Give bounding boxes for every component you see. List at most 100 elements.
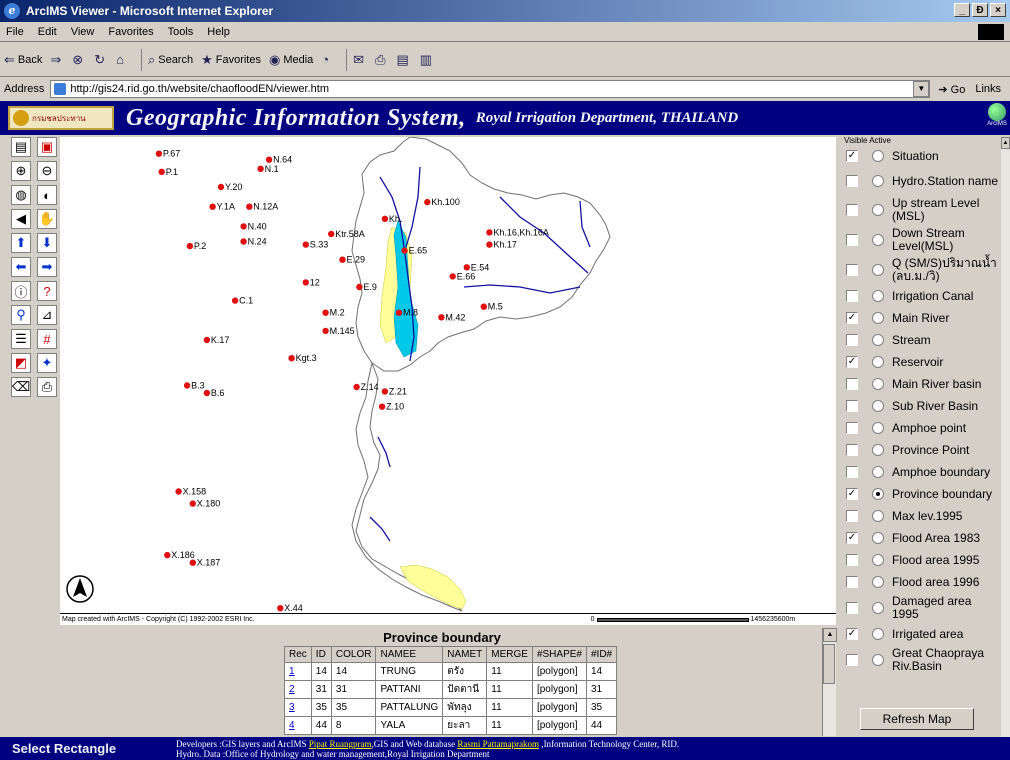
- hydro-station-marker[interactable]: [158, 168, 165, 175]
- menu-tools[interactable]: Tools: [168, 26, 194, 38]
- layer-active-radio[interactable]: [872, 532, 884, 544]
- print-tool[interactable]: ⎙: [37, 377, 57, 397]
- hydro-station-marker[interactable]: [277, 605, 284, 612]
- layer-active-radio[interactable]: [872, 334, 884, 346]
- media-button[interactable]: ◉ Media: [269, 52, 313, 68]
- hydro-station-marker[interactable]: [322, 309, 329, 316]
- close-button[interactable]: ×: [990, 3, 1006, 17]
- record-link[interactable]: 3: [289, 702, 295, 713]
- layer-visible-checkbox[interactable]: ✓: [846, 532, 858, 544]
- favorites-button[interactable]: ★ Favorites: [201, 52, 261, 68]
- hydro-station-marker[interactable]: [155, 150, 163, 157]
- layer-active-radio[interactable]: [872, 576, 884, 588]
- restore-button[interactable]: Ɖ: [972, 3, 988, 17]
- record-link[interactable]: 2: [289, 684, 295, 695]
- layer-active-radio[interactable]: [872, 554, 884, 566]
- layer-active-radio[interactable]: [872, 150, 884, 162]
- address-input[interactable]: http://gis24.rid.go.th/website/chaoflood…: [50, 80, 931, 98]
- hydro-station-marker[interactable]: [240, 238, 247, 245]
- layer-active-radio[interactable]: [872, 510, 884, 522]
- layer-active-radio[interactable]: [872, 204, 884, 216]
- record-link[interactable]: 1: [289, 666, 295, 677]
- clear-selection-tool[interactable]: ⌫: [11, 377, 31, 397]
- layer-visible-checkbox[interactable]: [846, 510, 858, 522]
- layer-active-radio[interactable]: [872, 444, 884, 456]
- record-link[interactable]: 4: [289, 720, 295, 731]
- layer-visible-checkbox[interactable]: ✓: [846, 356, 858, 368]
- menu-edit[interactable]: Edit: [38, 26, 57, 38]
- hydro-station-marker[interactable]: [209, 203, 216, 210]
- layer-visible-checkbox[interactable]: ✓: [846, 488, 858, 500]
- hydro-station-marker[interactable]: [164, 551, 171, 559]
- developer-link-1[interactable]: Pipat Ruangpram: [309, 739, 372, 749]
- hydro-station-marker[interactable]: [189, 500, 196, 507]
- layer-visible-checkbox[interactable]: [846, 554, 858, 566]
- hydro-station-marker[interactable]: [189, 559, 196, 566]
- hydro-station-marker[interactable]: [449, 273, 456, 280]
- layer-active-radio[interactable]: [872, 175, 884, 187]
- menu-view[interactable]: View: [71, 26, 95, 38]
- hydro-station-marker[interactable]: [339, 256, 346, 263]
- links-button[interactable]: Links: [975, 83, 1001, 95]
- hydro-station-marker[interactable]: [217, 183, 225, 191]
- mail-button[interactable]: ✉: [353, 52, 367, 68]
- menu-file[interactable]: File: [6, 26, 24, 38]
- edit-button[interactable]: ▤: [396, 52, 411, 68]
- layer-active-radio[interactable]: [872, 290, 884, 302]
- layer-visible-checkbox[interactable]: [846, 602, 858, 614]
- layer-visible-checkbox[interactable]: [846, 234, 858, 246]
- hydro-station-marker[interactable]: [480, 303, 487, 310]
- layer-visible-checkbox[interactable]: [846, 654, 858, 666]
- layer-active-radio[interactable]: [872, 628, 884, 640]
- active-layer-extent-tool[interactable]: ◐: [37, 185, 57, 205]
- zoom-last-tool[interactable]: ◀: [11, 209, 31, 229]
- hydro-station-marker[interactable]: [246, 203, 253, 210]
- layer-active-radio[interactable]: [872, 422, 884, 434]
- hydro-station-marker[interactable]: [463, 264, 470, 271]
- query-tool[interactable]: ?: [37, 281, 57, 301]
- hydro-station-marker[interactable]: [486, 229, 493, 236]
- hydro-station-marker[interactable]: [288, 355, 295, 362]
- hydro-station-marker[interactable]: [395, 309, 403, 316]
- zoom-out-tool[interactable]: ⊖: [37, 161, 57, 181]
- layer-active-radio[interactable]: [872, 264, 884, 276]
- hydro-station-marker[interactable]: [438, 314, 445, 321]
- layer-active-radio[interactable]: [872, 488, 884, 500]
- back-button[interactable]: ⇐ Back: [4, 52, 42, 68]
- layer-visible-checkbox[interactable]: ✓: [846, 628, 858, 640]
- stop-button[interactable]: ⊗: [72, 52, 86, 68]
- measure-tool[interactable]: ⊿: [37, 305, 57, 325]
- menu-favorites[interactable]: Favorites: [108, 26, 153, 38]
- pan-north-tool[interactable]: ⬆: [11, 233, 31, 253]
- print-button[interactable]: ⎙: [375, 52, 388, 68]
- layer-active-radio[interactable]: [872, 356, 884, 368]
- hydro-station-marker[interactable]: [381, 215, 389, 222]
- forward-button[interactable]: ⇒: [50, 52, 64, 68]
- address-dropdown-icon[interactable]: ▼: [913, 81, 930, 97]
- home-button[interactable]: ⌂: [116, 52, 127, 67]
- refresh-button[interactable]: ↻: [94, 52, 108, 68]
- identify-tool[interactable]: ⓘ: [11, 281, 31, 301]
- select-by-line-tool[interactable]: ◩: [11, 353, 31, 373]
- layer-visible-checkbox[interactable]: [846, 175, 858, 187]
- hydro-station-marker[interactable]: [378, 403, 386, 410]
- hydro-station-marker[interactable]: [302, 241, 309, 248]
- layer-visible-checkbox[interactable]: [846, 204, 858, 216]
- hydro-station-marker[interactable]: [175, 488, 182, 495]
- hydro-station-marker[interactable]: [322, 327, 329, 335]
- layer-active-radio[interactable]: [872, 234, 884, 246]
- select-by-polygon-tool[interactable]: ✦: [37, 353, 57, 373]
- layer-visible-checkbox[interactable]: [846, 290, 858, 302]
- layer-visible-checkbox[interactable]: [846, 378, 858, 390]
- results-scroll-up-icon[interactable]: ▲: [823, 628, 837, 642]
- toggle-toc-tool[interactable]: ▤: [11, 137, 31, 157]
- layer-active-radio[interactable]: [872, 312, 884, 324]
- hydro-station-marker[interactable]: [231, 297, 239, 304]
- go-button[interactable]: ➔ Go: [938, 83, 965, 96]
- minimize-button[interactable]: _: [954, 3, 970, 17]
- layer-visible-checkbox[interactable]: [846, 444, 858, 456]
- history-button[interactable]: ◔: [321, 52, 332, 67]
- layer-active-radio[interactable]: [872, 466, 884, 478]
- hydro-station-marker[interactable]: [265, 156, 273, 163]
- menu-help[interactable]: Help: [207, 26, 230, 38]
